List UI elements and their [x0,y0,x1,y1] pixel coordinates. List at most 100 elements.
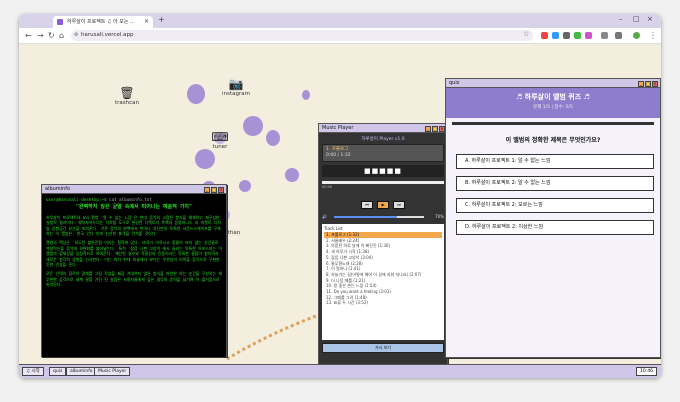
taskbar-clock: 10:46 [636,367,657,376]
taskbar-item-music-player[interactable]: Music Player [94,367,131,376]
browser-window: 하루살이 프로젝트 ♫ 아 모는 ... × + – □ × ← → ↻ ⌂ ⚙… [19,14,661,378]
desktop-icon-label: than [227,230,241,236]
option-text: 하루살이 프로젝트 1: 알 수 없는 느낌 [471,158,551,164]
visualizer-display: ■■■■■ [322,165,444,177]
window-title: quiz [449,80,460,86]
desktop-icon-trashcan[interactable]: 🗑 trashcan [107,86,147,106]
back-icon[interactable]: ← [25,31,32,40]
option-letter: D. [465,224,471,230]
decor-blob [195,149,215,169]
album-paragraph: 앨범의 핵심은 '의도된 불완전함'이라는 철학에 있다. 바치가 아큐시고 힘… [46,240,222,268]
bookmark-star-icon[interactable]: ☆ [523,30,529,38]
desktop-icon-instagram[interactable]: 📷 instagram [216,77,256,97]
volume-percent: 70% [435,214,444,219]
maximize-button[interactable]: □ [645,81,651,87]
maximize-button[interactable]: □ [211,187,217,193]
quiz-option-a[interactable]: A. 하루살이 프로젝트 1: 알 수 없는 느낌 [456,154,654,169]
quiz-option-d[interactable]: D. 하루살이 프로젝트 2: 이상한 느낌 [456,220,654,235]
address-bar[interactable]: ⚙ harusali.vercel.app [71,30,533,41]
extension-icon[interactable] [585,32,592,39]
menu-dots-icon[interactable]: ⋮ [649,31,657,40]
playback-controls: ⏮ ▶ ⏭ [322,191,444,210]
option-text: 하루살이 프로젝트 2: 모르는 느낌 [471,202,543,208]
option-text: 하루살이 프로젝트 2: 이상한 느낌 [472,224,544,230]
seek-time: 00:00 [322,185,333,189]
start-button[interactable]: ♫ 시작 [22,367,44,376]
url-text: harusali.vercel.app [81,32,134,38]
desktop-icon-label: tuner [212,144,228,150]
volume-fill [334,216,397,218]
track-item[interactable]: 13. 표류 두 시간 (3:52) [324,300,442,306]
extension-icon[interactable] [552,32,559,39]
extension-icon[interactable] [541,32,548,39]
desktop-icon-tuner[interactable]: ⌨ tuner [200,130,240,150]
taskbar-item-quiz[interactable]: quiz [49,367,67,376]
minimize-button[interactable]: _ [204,187,210,193]
profile-avatar-icon[interactable] [633,32,640,39]
maximize-button[interactable]: □ [432,126,438,132]
window-title: albuminfo [45,186,71,192]
track-list: Track List 1. 프롤로그 (1:32) 2. 서울배우 (2:24)… [322,224,444,340]
decor-blob [239,180,251,192]
terminal-prompt: user@harusali-desktop:~$ cat albuminfo.t… [46,197,152,202]
option-letter: C. [465,202,471,208]
download-icon[interactable] [601,32,608,39]
option-text: 하루살이 프로젝트 2: 알 수 없는 느낌 [471,180,551,186]
quiz-window: quiz _ □ × ♬ 하루살이 앨범 퀴즈 ♬ 문제 1/5 | 점수: 0/5… [445,78,661,358]
player-body: 하루살이 Player v1.0 1. 프롤로그 0:00 / 1:32 ■■■… [319,133,447,364]
taskbar-item-albuminfo[interactable]: albuminfo [66,367,97,376]
minimize-button[interactable]: _ [638,81,644,87]
albuminfo-titlebar[interactable]: albuminfo _ □ × [42,185,226,194]
extensions-menu-icon[interactable] [615,32,622,39]
quiz-status: 문제 1/5 | 점수: 0/5 [533,105,573,110]
extension-icon[interactable] [574,32,581,39]
tab-strip: 하루살이 프로젝트 ♫ 아 모는 ... × + – □ × [19,14,661,28]
minimize-icon[interactable]: – [619,15,623,23]
album-heading: "완벽하지 않은 균열 속에서 피어나는 예술적 가치" [75,204,193,211]
seek-bar[interactable] [322,181,444,184]
music-player-titlebar[interactable]: Music Player _ □ × [319,124,447,133]
new-tab-icon[interactable]: + [158,15,165,24]
lyrics-button[interactable]: 가사 보기 [322,343,444,353]
next-track-button[interactable]: ⏭ [393,201,405,209]
trashcan-icon: 🗑 [119,86,135,100]
decor-blob [243,116,263,136]
music-player-window: Music Player _ □ × 하루살이 Player v1.0 1. 프롤로… [318,123,448,364]
quiz-question: 이 앨범의 정확한 제목은 무엇인가요? [505,137,601,144]
terminal-body: user@harusali-desktop:~$ cat albuminfo.t… [42,194,226,357]
volume-slider[interactable] [334,216,424,218]
home-icon[interactable]: ⌂ [59,31,64,40]
quiz-titlebar[interactable]: quiz _ □ × [446,79,660,88]
camera-icon: 📷 [228,77,244,91]
album-paragraph: 모든 선택이 장르의 경계를 그림 작업을 제공 기대하지 않은 방식을 마련한… [46,271,222,288]
close-button[interactable]: × [652,81,658,87]
decor-blob [266,130,280,146]
minimize-button[interactable]: _ [425,126,431,132]
desktop-icon-label: instagram [222,91,250,97]
favicon-icon [57,19,63,25]
browser-tab[interactable]: 하루살이 프로젝트 ♫ 아 모는 ... × [53,16,153,28]
decor-blob [187,84,205,104]
option-letter: A. [465,158,470,164]
close-window-icon[interactable]: × [647,15,653,23]
quiz-option-b[interactable]: B. 하루살이 프로젝트 2: 알 수 없는 느낌 [456,176,654,191]
maximize-icon[interactable]: □ [633,15,640,23]
volume-control: 🔊 70% [322,214,444,220]
site-info-icon[interactable]: ⚙ [74,30,78,41]
quiz-header: ♬ 하루살이 앨범 퀴즈 ♬ 문제 1/5 | 점수: 0/5 [446,88,660,118]
forward-icon[interactable]: → [37,31,44,40]
previous-track-button[interactable]: ⏮ [361,201,373,209]
desktop-icon-label: trashcan [114,100,140,106]
extension-icon[interactable] [563,32,570,39]
close-button[interactable]: × [218,187,224,193]
player-version: 하루살이 Player v1.0 [361,137,405,142]
track-list-header: Track List [324,226,343,231]
reload-icon[interactable]: ↻ [48,31,55,40]
decor-blob [302,90,310,100]
tab-title: 하루살이 프로젝트 ♫ 아 모는 ... [67,19,135,25]
quiz-option-c[interactable]: C. 하루살이 프로젝트 2: 모르는 느낌 [456,198,654,213]
close-tab-icon[interactable]: × [144,16,149,28]
keyboard-icon: ⌨ [211,130,229,144]
albuminfo-window: albuminfo _ □ × user@harusali-desktop:~$ c… [41,184,227,357]
play-button[interactable]: ▶ [377,201,389,209]
